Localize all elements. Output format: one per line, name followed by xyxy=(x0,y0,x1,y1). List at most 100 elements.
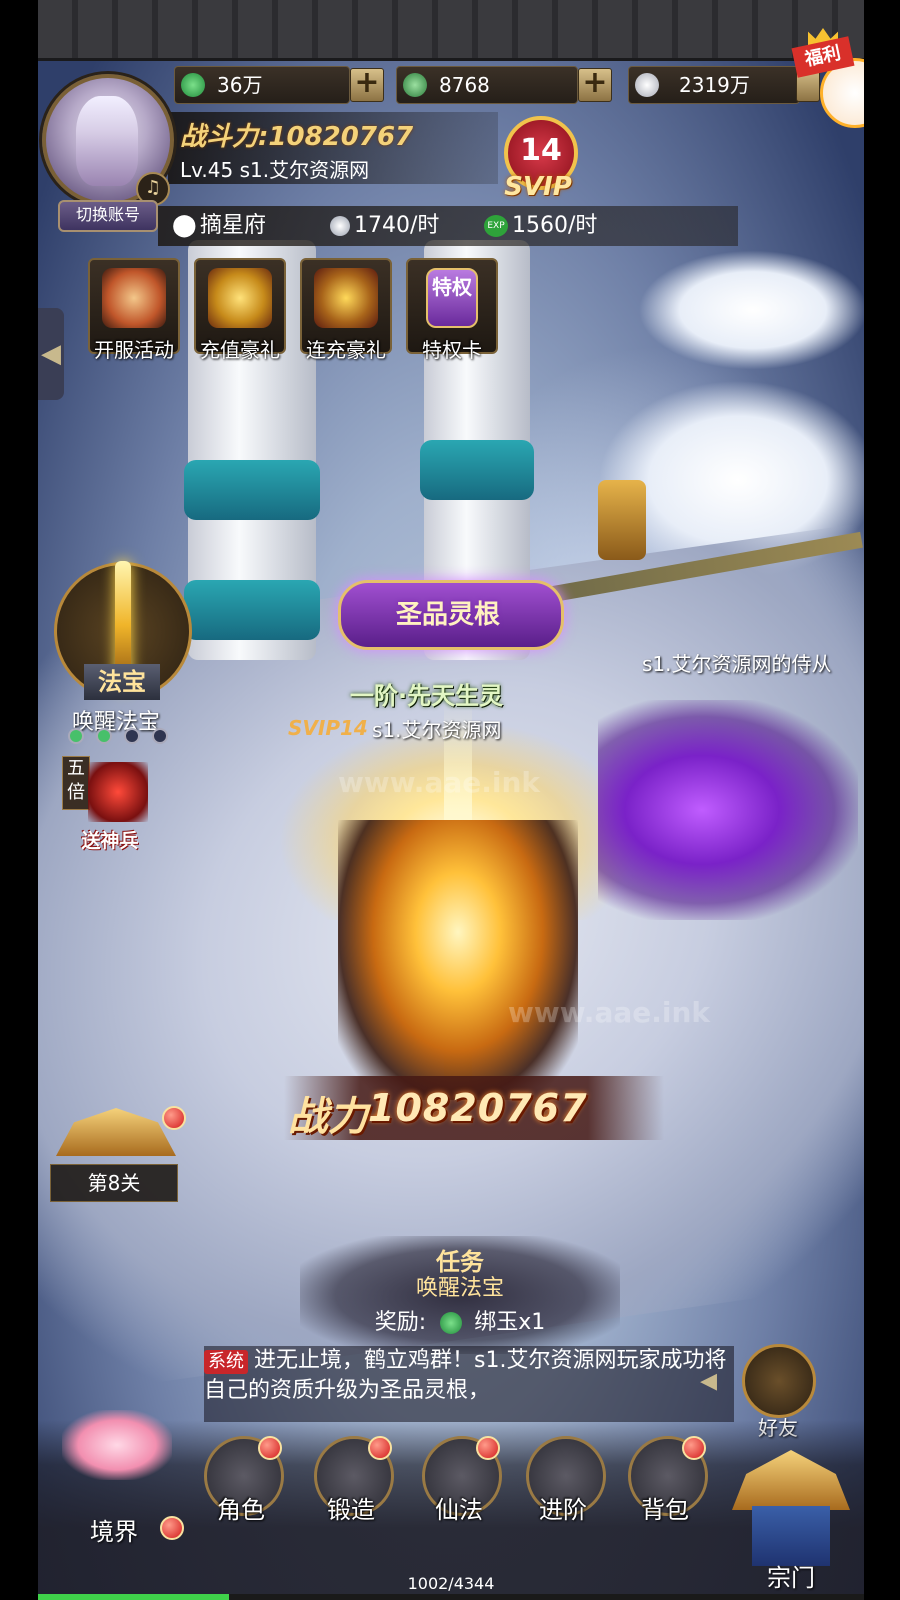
divine-weapon-icon xyxy=(88,762,148,822)
coins-value: 2319万 xyxy=(679,73,750,97)
player-svip-tag: SVIP14 xyxy=(288,716,368,740)
game-viewport[interactable]: www.aae.ink www.aae.ink 36万 + 8768 + 231… xyxy=(38,0,864,1600)
combat-power-value: 10820767 xyxy=(368,1086,588,1130)
pagoda-icon xyxy=(56,1108,176,1156)
nav-label: 锻造 xyxy=(327,1496,375,1524)
spirit-root-grade: 一阶·先天生灵 xyxy=(350,682,504,710)
pillar-band xyxy=(184,460,320,520)
exp-icon: EXP xyxy=(484,215,508,237)
treasure-chest-icon xyxy=(208,268,272,328)
event-label: 开服活动 xyxy=(94,338,174,362)
nav-label: 角色 xyxy=(217,1496,265,1524)
stage-label: 第8关 xyxy=(50,1164,178,1202)
quest-reward-label: 奖励: xyxy=(374,1310,427,1335)
experience-bar-fill xyxy=(38,1594,229,1600)
horn-icon xyxy=(102,268,166,328)
lantern xyxy=(598,480,646,560)
companion-beast[interactable] xyxy=(598,700,858,920)
event-button-privilege-card[interactable]: 特权 特权卡 xyxy=(406,258,498,362)
nav-label: 进阶 xyxy=(539,1496,587,1524)
nav-character[interactable]: 角色 xyxy=(200,1436,284,1536)
player-power: 战斗力:10820767 xyxy=(180,122,414,152)
spirit-root-badge: 圣品灵根 xyxy=(338,580,564,650)
divine-weapon-label: 送神兵 xyxy=(81,830,139,852)
location-name: 摘星府 xyxy=(200,213,267,238)
five-times-badge: 五倍 xyxy=(62,756,90,810)
player-level-name: Lv.45 s1.艾尔资源网 xyxy=(180,158,370,182)
bound-jade-icon xyxy=(403,73,427,97)
nav-immortal-arts[interactable]: 仙法 xyxy=(418,1436,502,1536)
hero-character[interactable] xyxy=(338,820,578,1100)
event-button-server-launch[interactable]: 开服活动 xyxy=(88,258,180,362)
switch-account-button[interactable]: 切换账号 xyxy=(58,200,158,232)
nav-advance[interactable]: 进阶 xyxy=(522,1436,606,1536)
player-name-tag: s1.艾尔资源网 xyxy=(372,718,502,742)
sect-gate-body xyxy=(752,1506,830,1566)
expand-left-icon[interactable]: ◀ xyxy=(38,308,64,400)
bound-jade-icon xyxy=(440,1312,463,1334)
system-tag: 系统 xyxy=(204,1350,248,1374)
progress-dot xyxy=(124,728,140,744)
quest-name: 唤醒法宝 xyxy=(415,1276,504,1301)
notification-dot xyxy=(258,1436,282,1460)
lotus-icon xyxy=(62,1410,172,1480)
stage-button[interactable]: 第8关 xyxy=(46,1106,186,1206)
add-bound-jade-button[interactable]: + xyxy=(578,68,612,102)
pillar-band xyxy=(420,440,534,500)
friends-icon xyxy=(742,1344,816,1418)
event-button-consecutive-recharge[interactable]: 连充豪礼 xyxy=(300,258,392,362)
top-frame xyxy=(38,0,864,61)
jade-value: 36万 xyxy=(217,73,263,97)
nav-label: 背包 xyxy=(641,1496,689,1524)
notification-dot xyxy=(476,1436,500,1460)
bound-jade-bar: 8768 xyxy=(396,66,578,104)
silver-rate-icon xyxy=(330,216,350,236)
event-label: 特权卡 xyxy=(422,338,482,362)
svip-badge[interactable]: 14 SVIP xyxy=(490,110,586,206)
pillar-band xyxy=(184,580,320,640)
svip-label: SVIP xyxy=(504,172,572,202)
jade-bar: 36万 xyxy=(174,66,350,104)
nav-backpack[interactable]: 背包 xyxy=(624,1436,708,1536)
watermark: www.aae.ink xyxy=(338,766,541,799)
notification-dot xyxy=(368,1436,392,1460)
chat-collapse-icon[interactable]: ◂ xyxy=(700,1360,717,1400)
event-label: 充值豪礼 xyxy=(200,338,280,362)
spirit-root-label: 圣品灵根 xyxy=(395,600,500,630)
combat-power-label: 战力 xyxy=(288,1094,368,1140)
privilege-card-text: 特权 xyxy=(432,275,472,299)
progress-dot xyxy=(152,728,168,744)
experience-text: 1002/4344 xyxy=(407,1574,495,1593)
gold-chest-icon xyxy=(314,268,378,328)
watermark: www.aae.ink xyxy=(508,996,711,1029)
progress-dot xyxy=(68,728,84,744)
sect-gate-icon xyxy=(732,1450,850,1510)
welfare-button[interactable]: 福利 xyxy=(791,28,864,128)
silver-coin-icon xyxy=(635,73,659,97)
coins-bar: 2319万 xyxy=(628,66,800,104)
avatar-portrait xyxy=(76,96,138,186)
event-button-recharge-gift[interactable]: 充值豪礼 xyxy=(194,258,286,362)
fabao-progress-dots xyxy=(68,728,180,748)
location-bar: ⬤ 摘星府 1740/时 EXP 1560/时 xyxy=(158,206,738,246)
nav-realm[interactable]: 境界 xyxy=(44,1380,184,1550)
game-screen: www.aae.ink www.aae.ink 36万 + 8768 + 231… xyxy=(0,0,900,1600)
add-jade-button[interactable]: + xyxy=(350,68,384,102)
notification-dot xyxy=(682,1436,706,1460)
quest-reward-item: 绑玉x1 xyxy=(474,1310,546,1335)
companion-name-tag: s1.艾尔资源网的侍从 xyxy=(642,652,832,676)
chat-message: 进无止境，鹤立鸡群！s1.艾尔资源网玩家成功将自己的资质升级为圣品灵根， xyxy=(204,1348,727,1403)
fabao-title: 法宝 xyxy=(84,664,160,700)
silver-rate: 1740/时 xyxy=(354,213,440,238)
system-chat[interactable]: 系统 进无止境，鹤立鸡群！s1.艾尔资源网玩家成功将自己的资质升级为圣品灵根， xyxy=(204,1346,734,1422)
five-times-divine-weapon-button[interactable]: 五倍 送神兵 xyxy=(62,756,154,852)
quest-reward: 奖励: 绑玉x1 xyxy=(300,1304,620,1336)
notification-dot xyxy=(160,1516,184,1540)
nav-forge[interactable]: 锻造 xyxy=(310,1436,394,1536)
privilege-card-icon: 特权 xyxy=(426,268,478,328)
event-label: 连充豪礼 xyxy=(306,338,386,362)
bound-jade-value: 8768 xyxy=(439,73,490,97)
notification-dot xyxy=(162,1106,186,1130)
cloud-top-right xyxy=(638,250,864,370)
quest-panel[interactable]: 任务 唤醒法宝 奖励: 绑玉x1 xyxy=(300,1236,620,1354)
